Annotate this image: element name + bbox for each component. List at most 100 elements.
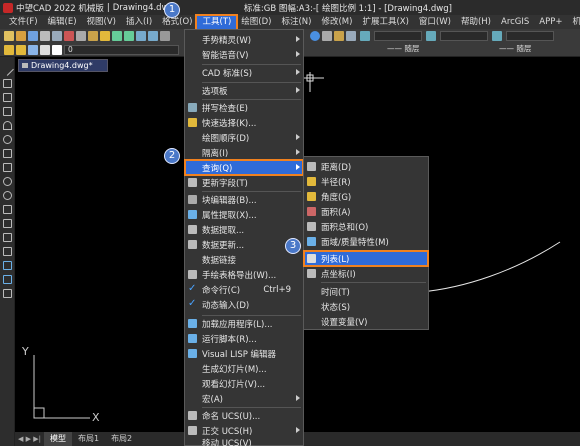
sun-icon[interactable] (28, 45, 38, 55)
menu-item-angle[interactable]: 角度(G) (304, 189, 428, 204)
menu-item-table-export[interactable]: 手绘表格导出(W)... (185, 267, 303, 282)
menu-modify[interactable]: 修改(M) (316, 16, 357, 29)
menu-item-draw-order[interactable]: 绘图顺序(D) (185, 130, 303, 145)
menu-dimension[interactable]: 标注(N) (276, 16, 316, 29)
menu-arcgis[interactable]: ArcGIS (496, 16, 534, 29)
open-file-icon[interactable] (16, 31, 26, 41)
menu-insert[interactable]: 插入(I) (121, 16, 157, 29)
menu-item-set-variable[interactable]: 设置变量(V) (304, 314, 428, 329)
menu-item-run-script[interactable]: 运行脚本(R)... (185, 331, 303, 346)
insert-block-icon[interactable] (3, 205, 12, 214)
menu-edit[interactable]: 编辑(E) (43, 16, 82, 29)
circle-icon[interactable] (3, 135, 12, 144)
menu-item-radius[interactable]: 半径(R) (304, 174, 428, 189)
menu-item-data-link[interactable]: 数据链接 (185, 252, 303, 267)
table-style-select[interactable] (506, 31, 554, 41)
menu-item-spell-check[interactable]: 拼写检查(E) (185, 100, 303, 115)
undo-icon[interactable] (112, 31, 122, 41)
layer-select[interactable]: 0 (64, 45, 179, 55)
preview-icon[interactable] (52, 31, 62, 41)
lineweight-select[interactable]: —— 随层 (496, 45, 576, 55)
menu-item-distance[interactable]: 距离(D) (304, 159, 428, 174)
menu-item-load-app[interactable]: 加载应用程序(L)... (185, 316, 303, 331)
color-swatch-icon[interactable] (52, 45, 62, 55)
menu-item-update-fields[interactable]: 更新字段(T) (185, 175, 303, 190)
menu-app-plus[interactable]: APP+ (534, 16, 567, 29)
pan-icon[interactable] (136, 31, 146, 41)
spline-icon[interactable] (3, 163, 12, 172)
properties-icon[interactable] (310, 31, 320, 41)
style-icon[interactable] (360, 31, 370, 41)
menu-item-move-ucs[interactable]: 移动 UCS(V) (185, 438, 303, 446)
redo-icon[interactable] (124, 31, 134, 41)
menu-item-mass-properties[interactable]: 面域/质量特性(M) (304, 234, 428, 249)
menu-item-voice[interactable]: 智能语音(V) (185, 47, 303, 62)
polyline-icon[interactable] (3, 79, 12, 88)
menu-item-view-slide[interactable]: 观看幻灯片(V)... (185, 376, 303, 391)
zoom-window-icon[interactable] (160, 31, 170, 41)
hatch-icon[interactable] (3, 247, 12, 256)
make-block-icon[interactable] (3, 219, 12, 228)
menu-item-area[interactable]: 面积(A) (304, 204, 428, 219)
drawing-tab[interactable]: Drawing4.dwg* (18, 59, 108, 72)
menu-view[interactable]: 视图(V) (82, 16, 121, 29)
cut-icon[interactable] (64, 31, 74, 41)
menu-item-time[interactable]: 时间(T) (304, 284, 428, 299)
lightbulb-icon[interactable] (16, 45, 26, 55)
menu-help[interactable]: 帮助(H) (456, 16, 496, 29)
tab-layout2[interactable]: 布局2 (105, 432, 138, 446)
menu-item-area-sum[interactable]: 面积总和(O) (304, 219, 428, 234)
print-icon[interactable] (40, 31, 50, 41)
menu-item-macro[interactable]: 宏(A) (185, 391, 303, 406)
ellipse-arc-icon[interactable] (3, 191, 12, 200)
menu-window[interactable]: 窗口(W) (414, 16, 456, 29)
menu-item-command-line[interactable]: ✓ 命令行(C) Ctrl+9 (185, 282, 303, 297)
menu-tools[interactable]: 工具(T) (195, 13, 239, 31)
text-style-select[interactable] (374, 31, 422, 41)
menu-item-visual-lisp[interactable]: Visual LISP 编辑器 (185, 346, 303, 361)
lock-icon[interactable] (40, 45, 50, 55)
revcloud-icon[interactable] (3, 149, 12, 158)
menu-item-gesture[interactable]: 手势精灵(W) (185, 32, 303, 47)
arc-icon[interactable] (3, 121, 12, 130)
match-icon[interactable] (100, 31, 110, 41)
tab-nav-arrows-icon[interactable]: ◀ ▶ ▶| (15, 435, 44, 443)
menu-item-dynamic-input[interactable]: ✓ 动态输入(D) (185, 297, 303, 312)
menu-item-isolate[interactable]: 隔离(I) (185, 145, 303, 160)
table-icon[interactable] (3, 289, 12, 298)
point-icon[interactable] (3, 233, 12, 242)
design-center-icon[interactable] (322, 31, 332, 41)
table-style-icon[interactable] (492, 31, 502, 41)
menu-ext-tools[interactable]: 扩展工具(X) (357, 16, 413, 29)
menu-item-inquiry[interactable]: 查询(Q) (184, 159, 304, 176)
menu-item-point-coords[interactable]: 点坐标(I) (304, 266, 428, 281)
linetype-select[interactable]: —— 随层 (384, 45, 484, 55)
tab-model[interactable]: 模型 (43, 432, 72, 446)
menu-item-named-ucs[interactable]: 命名 UCS(U)... (185, 408, 303, 423)
region-icon[interactable] (3, 275, 12, 284)
menu-item-quick-select[interactable]: 快速选择(K)... (185, 115, 303, 130)
tool-palette-icon[interactable] (334, 31, 344, 41)
layer-manager-icon[interactable] (4, 45, 14, 55)
menu-format[interactable]: 格式(O) (157, 16, 197, 29)
menu-item-attribute-extract[interactable]: 属性提取(X)... (185, 207, 303, 222)
tab-layout1[interactable]: 布局1 (72, 432, 105, 446)
rectangle-icon[interactable] (3, 107, 12, 116)
dim-style-select[interactable] (440, 31, 488, 41)
line-icon[interactable] (1, 63, 14, 76)
copy-icon[interactable] (76, 31, 86, 41)
save-icon[interactable] (28, 31, 38, 41)
menu-item-status[interactable]: 状态(S) (304, 299, 428, 314)
gradient-icon[interactable] (3, 261, 12, 270)
calculator-icon[interactable] (346, 31, 356, 41)
menu-item-list[interactable]: 列表(L) (303, 250, 429, 267)
menu-file[interactable]: 文件(F) (4, 16, 43, 29)
menu-item-block-editor[interactable]: 块编辑器(B)... (185, 192, 303, 207)
menu-item-make-slide[interactable]: 生成幻灯片(M)... (185, 361, 303, 376)
new-file-icon[interactable] (4, 31, 14, 41)
dim-style-icon[interactable] (426, 31, 436, 41)
ellipse-icon[interactable] (3, 177, 12, 186)
polygon-icon[interactable] (3, 93, 12, 102)
menu-mechanical[interactable]: 机械(J) (568, 16, 580, 29)
menu-item-cad-standard[interactable]: CAD 标准(S) (185, 65, 303, 80)
